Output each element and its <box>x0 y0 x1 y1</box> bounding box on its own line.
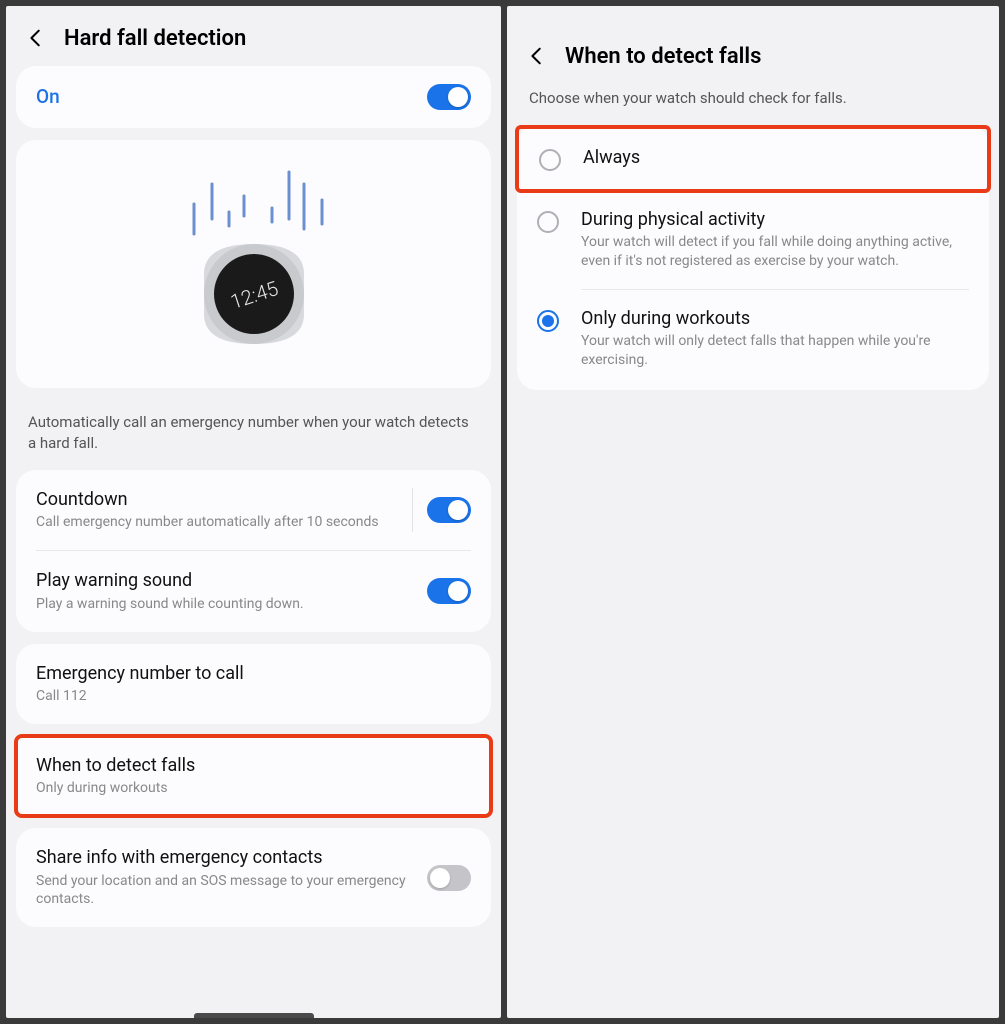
radio-physical-activity[interactable] <box>537 211 559 233</box>
chevron-left-icon <box>526 45 548 67</box>
share-info-card: Share info with emergency contacts Send … <box>16 828 491 927</box>
share-info-sub: Send your location and an SOS message to… <box>36 872 427 910</box>
divider <box>412 488 413 532</box>
when-detect-row[interactable]: When to detect falls Only during workout… <box>16 736 491 816</box>
emergency-number-title: Emergency number to call <box>36 662 471 685</box>
feature-description: Automatically call an emergency number w… <box>6 400 501 470</box>
when-detect-card: When to detect falls Only during workout… <box>16 736 491 816</box>
illustration-card: 12:45 <box>16 140 491 388</box>
option-physical-activity[interactable]: During physical activity Your watch will… <box>517 191 989 289</box>
when-detect-title: When to detect falls <box>36 754 471 777</box>
watch-illustration: 12:45 <box>16 140 491 388</box>
watch-icon: 12:45 <box>144 164 364 364</box>
header: Hard fall detection <box>6 6 501 66</box>
option-always[interactable]: Always <box>519 129 987 189</box>
master-toggle-label: On <box>36 85 427 110</box>
option-always-title: Always <box>583 147 967 168</box>
master-toggle-card: On <box>16 66 491 128</box>
master-toggle-row[interactable]: On <box>16 66 491 128</box>
chevron-left-icon <box>25 27 47 49</box>
header: When to detect falls <box>507 6 999 84</box>
countdown-row[interactable]: Countdown Call emergency number automati… <box>16 470 491 550</box>
screen-when-to-detect: When to detect falls Choose when your wa… <box>507 6 999 1018</box>
radio-workouts[interactable] <box>537 310 559 332</box>
page-title: When to detect falls <box>565 44 761 69</box>
emergency-number-card: Emergency number to call Call 112 <box>16 644 491 724</box>
home-indicator[interactable] <box>194 1013 314 1018</box>
option-physical-title: During physical activity <box>581 209 969 230</box>
countdown-title: Countdown <box>36 488 398 511</box>
countdown-switch[interactable] <box>427 497 471 523</box>
warning-sound-row[interactable]: Play warning sound Play a warning sound … <box>16 551 491 631</box>
emergency-number-row[interactable]: Emergency number to call Call 112 <box>16 644 491 724</box>
radio-always[interactable] <box>539 149 561 171</box>
master-toggle-switch[interactable] <box>427 84 471 110</box>
when-detect-sub: Only during workouts <box>36 779 471 798</box>
page-title: Hard fall detection <box>64 26 246 51</box>
page-description: Choose when your watch should check for … <box>507 84 999 125</box>
share-info-row[interactable]: Share info with emergency contacts Send … <box>16 828 491 927</box>
alert-settings-card: Countdown Call emergency number automati… <box>16 470 491 632</box>
warning-sound-sub: Play a warning sound while counting down… <box>36 595 427 614</box>
option-workouts-sub: Your watch will only detect falls that h… <box>581 332 969 370</box>
warning-sound-title: Play warning sound <box>36 569 427 592</box>
back-button[interactable] <box>22 24 50 52</box>
option-workouts-title: Only during workouts <box>581 308 969 329</box>
share-info-title: Share info with emergency contacts <box>36 846 427 869</box>
option-always-highlight: Always <box>515 125 991 193</box>
screen-hard-fall-detection: Hard fall detection On <box>6 6 501 1018</box>
warning-sound-switch[interactable] <box>427 578 471 604</box>
back-button[interactable] <box>523 42 551 70</box>
emergency-number-sub: Call 112 <box>36 687 471 706</box>
options-card: Always During physical activity Your wat… <box>517 125 989 390</box>
option-workouts[interactable]: Only during workouts Your watch will onl… <box>517 290 989 388</box>
option-physical-sub: Your watch will detect if you fall while… <box>581 233 969 271</box>
countdown-sub: Call emergency number automatically afte… <box>36 513 398 532</box>
share-info-switch[interactable] <box>427 865 471 891</box>
